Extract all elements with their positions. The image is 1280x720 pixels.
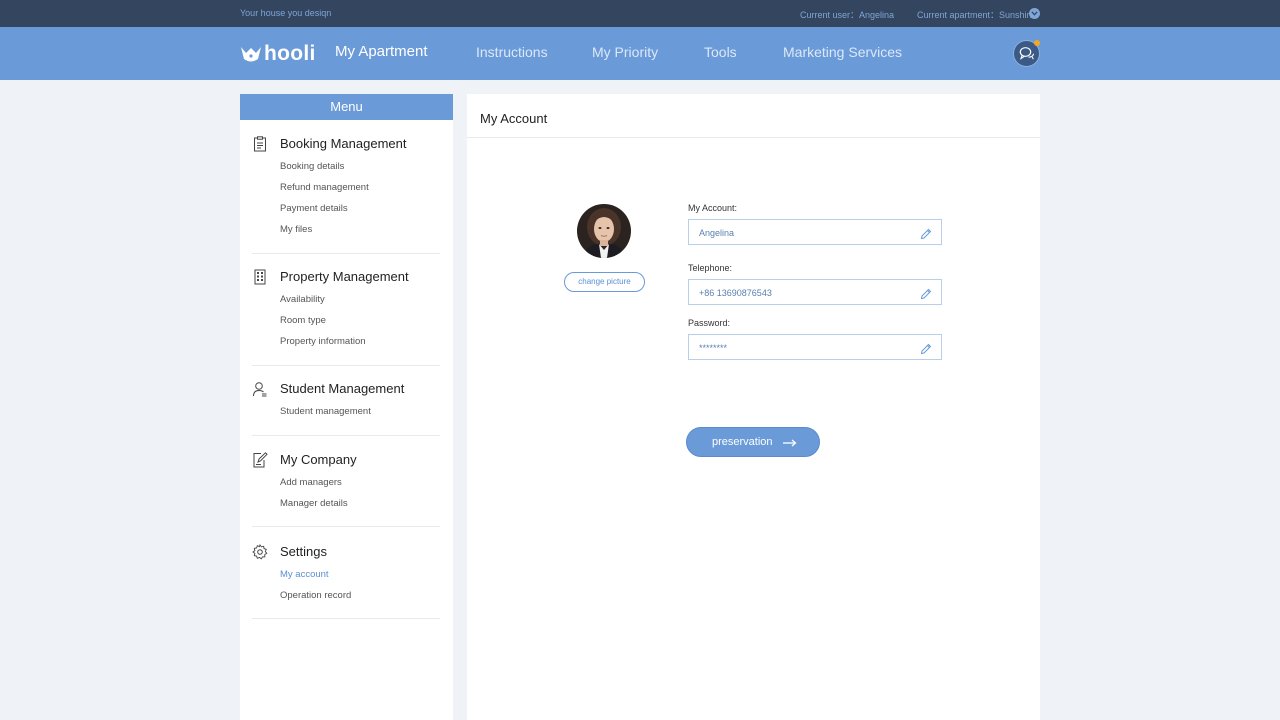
gear-icon <box>252 544 268 560</box>
sidebar-item-add-managers[interactable]: Add managers <box>280 477 342 488</box>
sidebar-item-payment-details[interactable]: Payment details <box>280 203 348 214</box>
top-info-bar: Your house you desiqn Current user：Angel… <box>0 0 1280 27</box>
sidebar-section-settings: Settings My account Operation record <box>252 544 440 619</box>
account-value: Angelina <box>699 228 735 238</box>
sidebar-item-refund-management[interactable]: Refund management <box>280 182 369 193</box>
menu-header: Menu <box>240 94 453 120</box>
preservation-button[interactable]: preservation <box>686 427 820 457</box>
sidebar-item-operation-record[interactable]: Operation record <box>280 590 351 601</box>
sidebar: Menu Booking Management Booking details … <box>240 94 453 720</box>
chevron-down-icon[interactable] <box>1029 8 1040 19</box>
telephone-field[interactable]: +86 13690876543 <box>688 279 942 305</box>
sidebar-item-room-type[interactable]: Room type <box>280 315 326 326</box>
clipboard-icon <box>252 136 268 152</box>
sidebar-section-title[interactable]: Student Management <box>280 381 404 397</box>
sidebar-section-student: Student Management Student management <box>252 381 440 436</box>
tagline: Your house you desiqn <box>240 8 332 18</box>
sidebar-section-company: My Company Add managers Manager details <box>252 452 440 527</box>
user-icon <box>252 381 268 397</box>
chat-button[interactable] <box>1013 40 1040 67</box>
sidebar-section-title[interactable]: My Company <box>280 452 357 468</box>
change-picture-button[interactable]: change picture <box>564 272 645 292</box>
telephone-value: +86 13690876543 <box>699 288 772 298</box>
sidebar-section-title[interactable]: Booking Management <box>280 136 406 152</box>
password-label: Password: <box>688 318 731 328</box>
telephone-label: Telephone: <box>688 263 733 273</box>
pencil-icon[interactable] <box>920 342 932 355</box>
sidebar-item-manager-details[interactable]: Manager details <box>280 498 348 509</box>
building-icon <box>252 269 268 285</box>
preservation-label: preservation <box>712 436 773 448</box>
main-nav: hooli My Apartment Instructions My Prior… <box>0 27 1280 80</box>
nav-my-priority[interactable]: My Priority <box>592 44 658 60</box>
sidebar-section-title[interactable]: Settings <box>280 544 327 560</box>
sidebar-item-availability[interactable]: Availability <box>280 294 325 305</box>
main-panel: My Account change picture My Account: An… <box>467 94 1040 720</box>
sidebar-item-booking-details[interactable]: Booking details <box>280 161 344 172</box>
arrow-right-icon <box>783 438 797 450</box>
sidebar-section-property: Property Management Availability Room ty… <box>252 269 440 366</box>
sidebar-section-title[interactable]: Property Management <box>280 269 409 285</box>
hooli-logo-icon <box>241 47 261 62</box>
nav-marketing-services[interactable]: Marketing Services <box>783 44 902 60</box>
password-value: ******** <box>699 343 728 353</box>
password-field[interactable]: ******** <box>688 334 942 360</box>
divider <box>467 137 1040 138</box>
nav-tools[interactable]: Tools <box>704 44 737 60</box>
nav-my-apartment[interactable]: My Apartment <box>335 43 428 60</box>
account-label: My Account: <box>688 203 738 213</box>
nav-instructions[interactable]: Instructions <box>476 44 548 60</box>
current-apartment[interactable]: Current apartment：Sunshine <box>917 8 1037 21</box>
edit-document-icon <box>252 452 268 468</box>
page-title: My Account <box>480 111 548 126</box>
pencil-icon[interactable] <box>920 287 932 300</box>
pencil-icon[interactable] <box>920 227 932 240</box>
current-user: Current user：Angelina <box>800 10 895 20</box>
logo[interactable]: hooli <box>240 43 316 65</box>
sidebar-item-my-account[interactable]: My account <box>280 569 329 580</box>
sidebar-item-my-files[interactable]: My files <box>280 224 312 235</box>
logo-text: hooli <box>264 42 316 65</box>
avatar <box>577 204 631 258</box>
sidebar-item-property-information[interactable]: Property information <box>280 336 366 347</box>
chat-icon <box>1019 47 1035 60</box>
sidebar-item-student-management[interactable]: Student management <box>280 406 371 417</box>
account-field[interactable]: Angelina <box>688 219 942 245</box>
sidebar-section-booking: Booking Management Booking details Refun… <box>252 136 440 254</box>
notification-dot <box>1034 40 1040 46</box>
